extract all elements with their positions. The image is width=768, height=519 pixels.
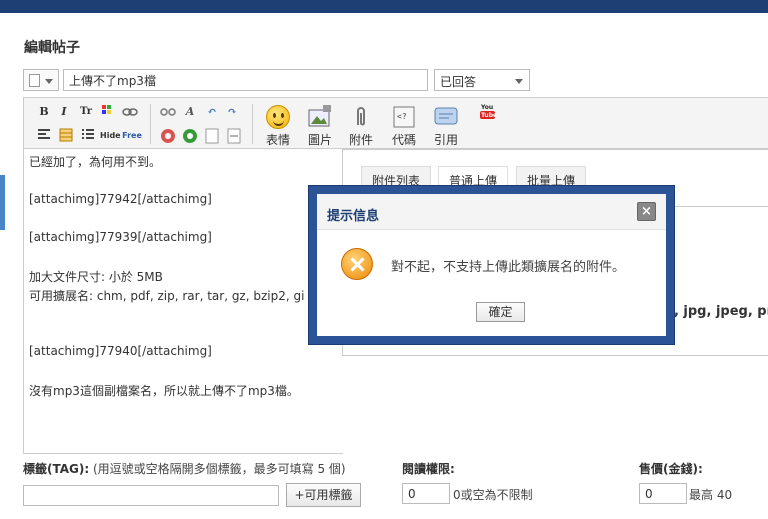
smiley-icon xyxy=(266,105,290,129)
add-tag-button[interactable]: +可用標籤 xyxy=(286,483,361,507)
emoji-label: 表情 xyxy=(265,133,290,147)
dialog-title: 提示信息 xyxy=(327,209,380,224)
ok-button[interactable]: 確定 xyxy=(476,302,525,322)
subject-input[interactable] xyxy=(63,69,428,91)
paperclip-icon xyxy=(348,105,374,129)
youtube-icon[interactable]: You Tube xyxy=(480,102,497,120)
editor-line: 加大文件尺寸: 小於 5MB xyxy=(29,270,163,284)
attach-label: 附件 xyxy=(348,133,373,147)
alert-dialog: 提示信息 × 對不起，不支持上傳此類擴展名的附件。 確定 xyxy=(308,185,675,345)
read-permission-label: 閱讀權限: xyxy=(402,462,455,476)
tags-input[interactable] xyxy=(23,485,279,506)
page-title: 編輯帖子 xyxy=(24,40,80,56)
top-nav-bar xyxy=(0,0,768,13)
tags-label-hint: (用逗號或空格隔開多個標籤，最多可填寫 5 個) xyxy=(89,462,346,476)
tags-label-bold: 標籤(TAG): xyxy=(23,462,90,476)
quote-icon xyxy=(433,105,459,129)
dialog-header: 提示信息 × xyxy=(317,194,666,230)
toolbar-separator xyxy=(150,104,151,144)
editor-line: [attachimg]77940[/attachimg] xyxy=(29,344,212,358)
quote-label: 引用 xyxy=(433,133,458,147)
hide-icon[interactable]: Hide xyxy=(100,128,121,144)
thread-status-value: 已回答 xyxy=(440,75,477,89)
svg-text:<?: <? xyxy=(397,112,407,121)
price-input[interactable] xyxy=(639,483,687,504)
document-icon xyxy=(29,74,40,87)
editor-line: [attachimg]77939[/attachimg] xyxy=(29,230,212,244)
editor-line: [attachimg]77942[/attachimg] xyxy=(29,192,212,206)
list-icon[interactable] xyxy=(80,128,96,144)
svg-text:You: You xyxy=(480,104,493,111)
editor-toolbar: B I Tr A ↶ ↷ Hide Free 表情 圖片 附件 <? 代碼 引用… xyxy=(23,97,768,149)
read-permission-note: 0或空為不限制 xyxy=(453,488,533,502)
undo-icon[interactable]: ↶ xyxy=(204,104,220,120)
audio-icon[interactable] xyxy=(182,128,198,144)
thread-status-select[interactable]: 已回答 xyxy=(434,69,530,91)
quote-button[interactable]: 引用 xyxy=(428,105,464,147)
editor-line: 可用擴展名: chm, pdf, zip, rar, tar, gz, bzip… xyxy=(29,289,305,303)
svg-text:Tube: Tube xyxy=(481,112,496,119)
emoji-button[interactable]: 表情 xyxy=(260,105,296,147)
unlink-icon[interactable] xyxy=(160,104,176,120)
attach-button[interactable]: 附件 xyxy=(343,105,379,147)
editor-line: 沒有mp3這個副檔案名，所以就上傳不了mp3檔。 xyxy=(29,384,299,398)
image-icon xyxy=(307,105,333,129)
code-button[interactable]: <? 代碼 xyxy=(386,105,422,147)
link-icon[interactable] xyxy=(122,104,138,120)
chevron-down-icon xyxy=(45,79,53,84)
color-icon[interactable] xyxy=(100,104,116,120)
price-label: 售價(金錢): xyxy=(639,462,703,476)
close-icon[interactable]: × xyxy=(637,202,656,221)
table-icon[interactable] xyxy=(58,128,74,144)
tags-label: 標籤(TAG): (用逗號或空格隔開多個標籤，最多可填寫 5 個) xyxy=(23,460,346,477)
error-icon xyxy=(341,248,373,280)
font-size-icon[interactable]: Tr xyxy=(78,104,94,120)
flash-icon[interactable] xyxy=(160,128,176,144)
chevron-down-icon xyxy=(515,79,523,84)
side-tab[interactable] xyxy=(0,175,5,230)
bold-icon[interactable]: B xyxy=(36,104,52,120)
price-max-note: 最高 40 xyxy=(689,488,733,502)
post-type-select[interactable] xyxy=(23,69,59,91)
message-editor[interactable]: 已經加了，為何用不到。 [attachimg]77942[/attachimg]… xyxy=(23,149,343,454)
page-break-icon[interactable] xyxy=(226,128,242,144)
allowed-extensions: f, jpg, jpeg, pn xyxy=(669,304,768,319)
free-icon[interactable]: Free xyxy=(122,128,142,144)
image-button[interactable]: 圖片 xyxy=(302,105,338,147)
page-icon[interactable] xyxy=(204,128,220,144)
editor-line: 已經加了，為何用不到。 xyxy=(29,155,162,169)
align-left-icon[interactable] xyxy=(36,128,52,144)
image-label: 圖片 xyxy=(307,133,332,147)
code-icon: <? xyxy=(391,105,417,129)
dialog-message: 對不起，不支持上傳此類擴展名的附件。 xyxy=(391,260,626,275)
read-permission-input[interactable] xyxy=(402,483,450,504)
code-label: 代碼 xyxy=(391,133,416,147)
clear-format-icon[interactable]: A xyxy=(182,104,198,120)
italic-icon[interactable]: I xyxy=(56,104,72,120)
toolbar-separator xyxy=(252,104,253,144)
redo-icon[interactable]: ↷ xyxy=(224,104,240,120)
